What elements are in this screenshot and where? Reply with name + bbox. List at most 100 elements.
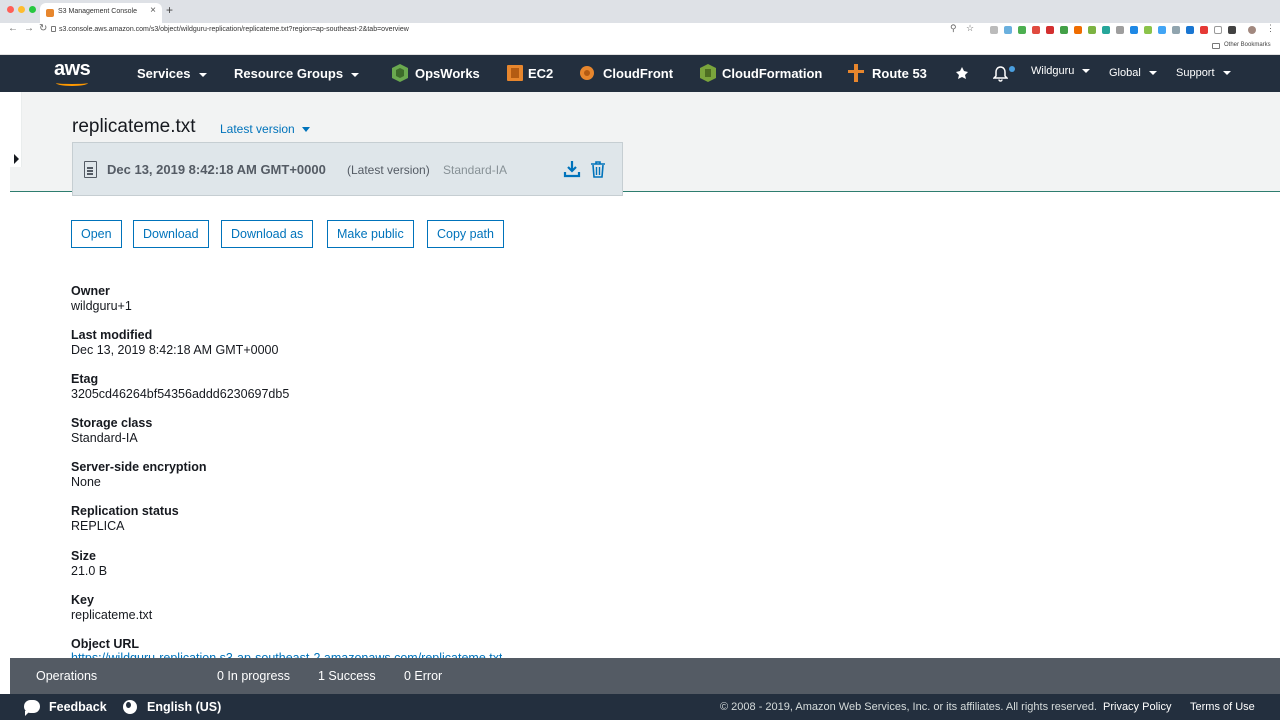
property-label: Server-side encryption xyxy=(71,460,207,474)
version-dropdown[interactable]: Latest version xyxy=(220,122,310,136)
cloudfront-icon xyxy=(580,66,594,80)
property-value: wildguru+1 xyxy=(71,299,132,313)
tab-title: S3 Management Console xyxy=(58,8,137,15)
aws-logo[interactable]: aws xyxy=(54,58,91,86)
extension-icon[interactable] xyxy=(1172,26,1180,34)
extension-icon[interactable] xyxy=(1186,26,1194,34)
version-card[interactable]: Dec 13, 2019 8:42:18 AM GMT+0000 (Latest… xyxy=(72,142,623,196)
operations-label[interactable]: Operations xyxy=(36,669,97,683)
property-value: 21.0 B xyxy=(71,564,108,578)
make-public-button[interactable]: Make public xyxy=(327,220,414,248)
property-size: Size 21.0 B xyxy=(71,549,107,578)
operations-success[interactable]: 1 Success xyxy=(318,669,376,683)
profile-avatar-icon[interactable] xyxy=(1248,26,1256,34)
version-date: Dec 13, 2019 8:42:18 AM GMT+0000 xyxy=(107,162,326,177)
language-selector[interactable]: English (US) xyxy=(147,700,221,714)
account-label: Wildguru xyxy=(1031,65,1075,77)
shortcut-cloudformation[interactable]: CloudFormation xyxy=(722,66,822,81)
property-label: Replication status xyxy=(71,504,179,518)
bell-icon[interactable] xyxy=(993,66,1008,82)
extension-icon[interactable] xyxy=(1018,26,1026,34)
download-as-button[interactable]: Download as xyxy=(221,220,314,248)
window-close-button[interactable] xyxy=(7,6,14,13)
s3-favicon-icon xyxy=(46,9,54,17)
extension-icon[interactable] xyxy=(1130,26,1138,34)
page-title: replicateme.txt xyxy=(72,116,196,137)
copyright: © 2008 - 2019, Amazon Web Services, Inc.… xyxy=(720,701,1097,713)
download-button[interactable]: Download xyxy=(133,220,209,248)
extension-icon[interactable] xyxy=(1214,26,1222,34)
window-zoom-button[interactable] xyxy=(29,6,36,13)
extension-icon[interactable] xyxy=(1060,26,1068,34)
privacy-policy-link[interactable]: Privacy Policy xyxy=(1103,701,1171,713)
feedback-link[interactable]: Feedback xyxy=(49,700,107,714)
open-button[interactable]: Open xyxy=(71,220,122,248)
extension-icon[interactable] xyxy=(1088,26,1096,34)
extension-icon[interactable] xyxy=(1116,26,1124,34)
folder-icon xyxy=(1212,43,1220,49)
shortcut-cloudfront[interactable]: CloudFront xyxy=(603,66,673,81)
property-etag: Etag 3205cd46264bf54356addd6230697db5 xyxy=(71,372,289,401)
extension-icon[interactable] xyxy=(1228,26,1236,34)
shortcut-ec2[interactable]: EC2 xyxy=(528,66,553,81)
terms-of-use-link[interactable]: Terms of Use xyxy=(1190,701,1255,713)
extension-icon[interactable] xyxy=(1102,26,1110,34)
extension-icon[interactable] xyxy=(1046,26,1054,34)
extension-icon[interactable] xyxy=(990,26,998,34)
property-encryption: Server-side encryption None xyxy=(71,460,206,489)
account-menu[interactable]: Wildguru xyxy=(1031,65,1091,77)
region-menu[interactable]: Global xyxy=(1109,67,1157,79)
ec2-icon xyxy=(507,65,523,81)
chevron-right-icon[interactable] xyxy=(14,154,19,164)
shortcut-opsworks[interactable]: OpsWorks xyxy=(415,66,480,81)
extension-icon[interactable] xyxy=(1032,26,1040,34)
bookmark-star-icon[interactable]: ☆ xyxy=(966,24,974,33)
extension-icon[interactable] xyxy=(1200,26,1208,34)
extension-icon[interactable] xyxy=(1074,26,1082,34)
property-value: REPLICA xyxy=(71,519,125,533)
forward-icon[interactable]: → xyxy=(24,24,34,34)
property-value: Standard-IA xyxy=(71,431,138,445)
aws-logo-text: aws xyxy=(54,58,91,80)
property-label: Storage class xyxy=(71,416,153,430)
property-value: Dec 13, 2019 8:42:18 AM GMT+0000 xyxy=(71,343,279,357)
property-label: Object URL xyxy=(71,637,140,651)
services-menu[interactable]: Services xyxy=(137,66,207,81)
chevron-down-icon xyxy=(301,127,310,133)
operations-bar[interactable]: Operations 0 In progress 1 Success 0 Err… xyxy=(10,658,1280,694)
zoom-icon[interactable]: ⚲ xyxy=(950,24,957,33)
window-minimize-button[interactable] xyxy=(18,6,25,13)
support-menu[interactable]: Support xyxy=(1176,67,1231,79)
route53-icon xyxy=(848,64,864,82)
browser-menu-icon[interactable]: ⋮ xyxy=(1266,24,1275,33)
lock-icon xyxy=(51,26,56,32)
globe-icon xyxy=(123,700,137,714)
copy-path-button[interactable]: Copy path xyxy=(427,220,504,248)
operations-error[interactable]: 0 Error xyxy=(404,669,442,683)
pin-icon[interactable] xyxy=(955,66,969,80)
extension-icon[interactable] xyxy=(1004,26,1012,34)
property-label: Key xyxy=(71,593,94,607)
extension-icon[interactable] xyxy=(1144,26,1152,34)
other-bookmarks[interactable]: Other Bookmarks xyxy=(1224,42,1271,48)
chevron-down-icon xyxy=(351,72,360,77)
extension-icon[interactable] xyxy=(1158,26,1166,34)
address-bar[interactable]: s3.console.aws.amazon.com/s3/object/wild… xyxy=(59,26,409,33)
region-label: Global xyxy=(1109,67,1141,79)
shortcut-route53[interactable]: Route 53 xyxy=(872,66,927,81)
property-label: Etag xyxy=(71,372,99,386)
download-icon[interactable] xyxy=(563,160,581,178)
reload-icon[interactable]: ↻ xyxy=(39,24,47,34)
property-value: 3205cd46264bf54356addd6230697db5 xyxy=(71,387,290,401)
resource-groups-menu[interactable]: Resource Groups xyxy=(234,66,360,81)
browser-tab[interactable]: S3 Management Console × xyxy=(40,3,162,23)
property-replication-status: Replication status REPLICA xyxy=(71,504,179,533)
tab-close-icon[interactable]: × xyxy=(150,6,156,16)
trash-icon[interactable] xyxy=(590,160,606,178)
operations-in-progress[interactable]: 0 In progress xyxy=(217,669,290,683)
services-label: Services xyxy=(137,66,191,81)
back-icon[interactable]: ← xyxy=(8,24,18,34)
property-label: Last modified xyxy=(71,328,153,342)
property-object-url: Object URL xyxy=(71,637,139,651)
new-tab-button[interactable]: + xyxy=(166,4,173,16)
